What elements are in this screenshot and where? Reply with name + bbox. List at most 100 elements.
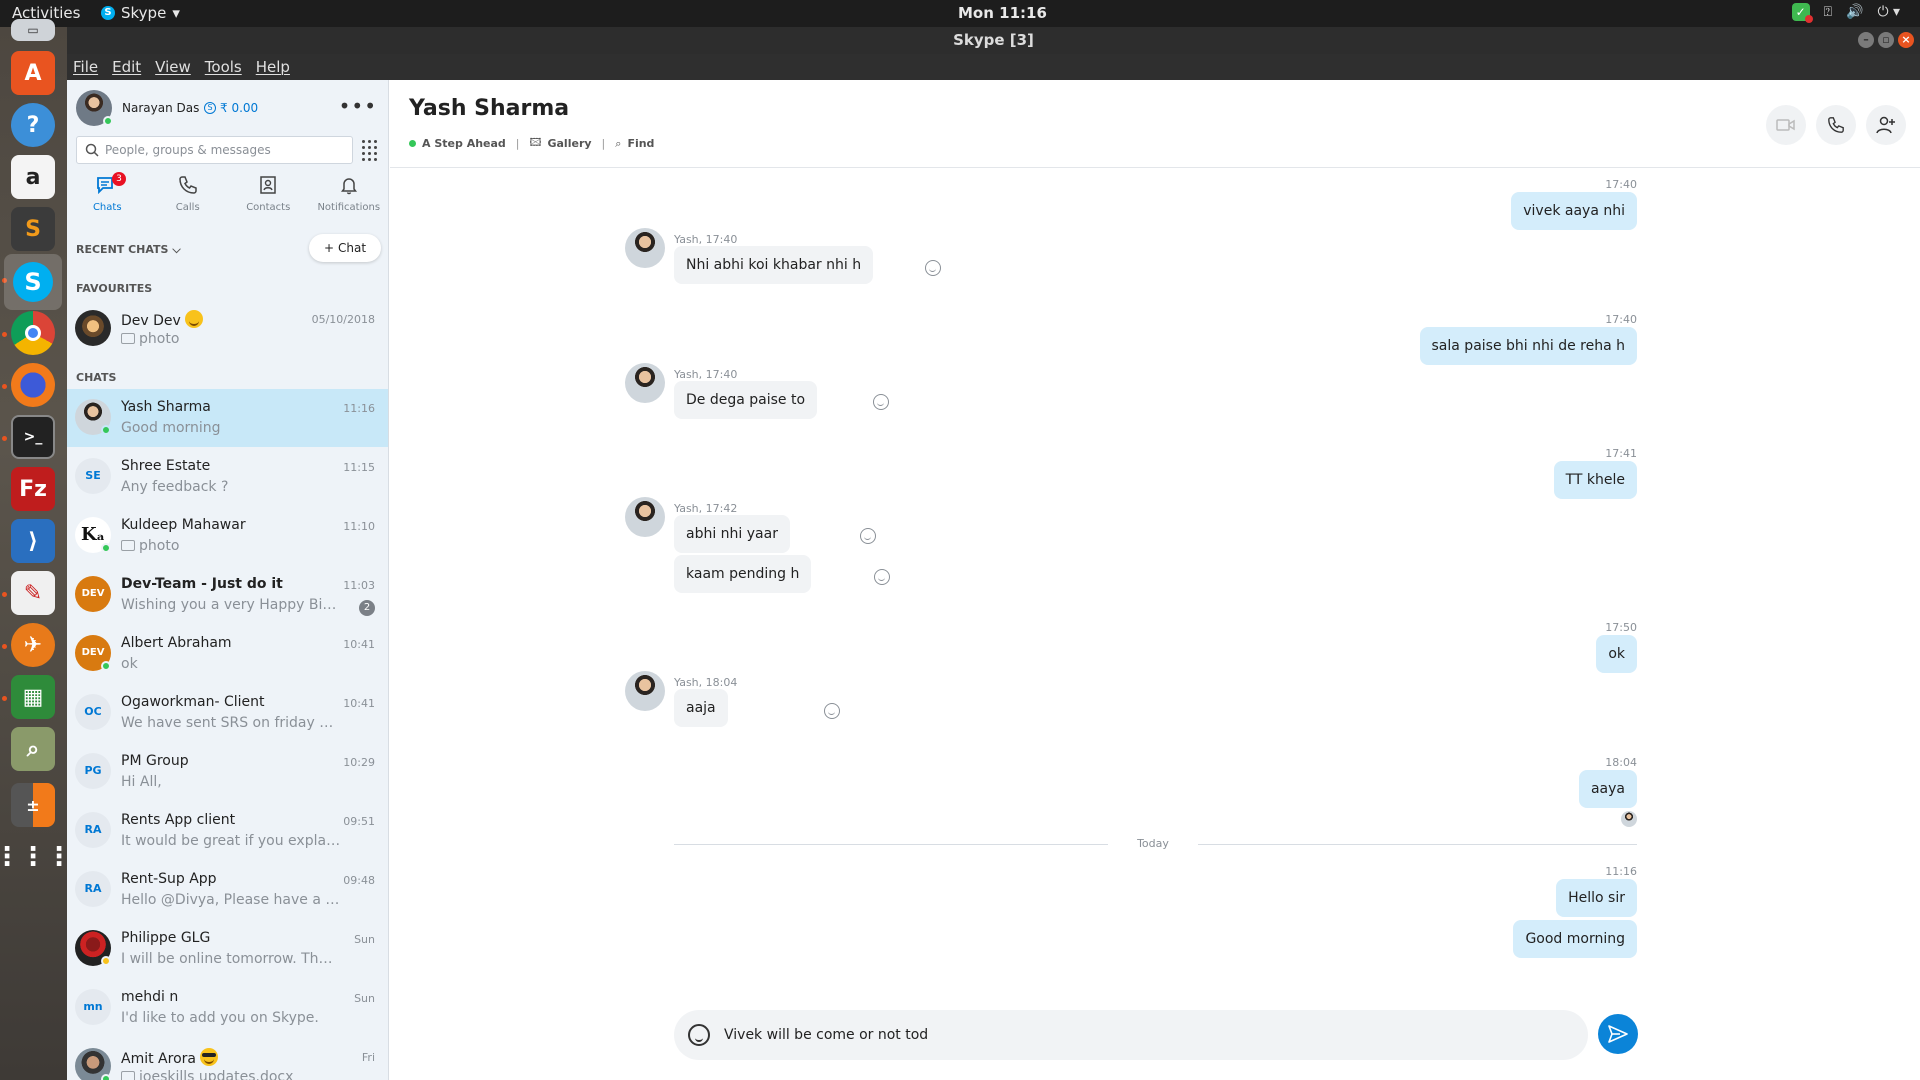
incoming-message[interactable]: De dega paise to [674, 381, 818, 419]
message-time: 11:16 [1605, 865, 1637, 878]
dialpad-icon[interactable] [355, 136, 383, 164]
image-viewer-icon[interactable]: ⌕ [11, 727, 55, 771]
software-center-icon[interactable]: A [11, 51, 55, 95]
more-options-icon[interactable]: ••• [339, 94, 377, 118]
outgoing-message[interactable]: Hello sir [1556, 879, 1637, 917]
spreadsheet-icon[interactable]: ▦ [11, 675, 55, 719]
chat-item-rents-app-client[interactable]: RA Rents App client It would be great if… [67, 802, 388, 860]
message-time: 18:04 [1605, 756, 1637, 769]
minimize-icon[interactable]: – [1858, 32, 1874, 48]
find-link[interactable]: Find [627, 137, 654, 150]
away-status-dot [101, 956, 111, 966]
incoming-message[interactable]: abhi nhi yaar [674, 515, 790, 553]
menu-view[interactable]: View [155, 58, 191, 76]
menu-edit[interactable]: Edit [112, 58, 141, 76]
chat-item-kuldeep-mahawar[interactable]: Kₐ Kuldeep Mahawar photo 11:10 [67, 507, 388, 565]
react-emoji-icon[interactable] [824, 703, 840, 719]
system-tray[interactable]: ✓ ⍰ 🔊 ⏻ ▾ [1791, 3, 1900, 23]
tab-notifications[interactable]: Notifications [309, 172, 389, 222]
chat-item-shree-estate[interactable]: SE Shree Estate Any feedback ? 11:15 [67, 448, 388, 506]
conversation-title[interactable]: Yash Sharma [409, 96, 569, 121]
emoji-picker-icon[interactable] [688, 1024, 710, 1046]
gallery-link[interactable]: Gallery [547, 137, 591, 150]
amazon-icon[interactable]: a [11, 155, 55, 199]
chrome-icon[interactable] [11, 311, 55, 355]
outgoing-message[interactable]: sala paise bhi nhi de reha h [1419, 327, 1637, 365]
tab-calls[interactable]: Calls [148, 172, 229, 222]
chat-name: Shree Estate [121, 458, 211, 474]
profile-name[interactable]: Narayan Das [122, 101, 199, 115]
menu-file[interactable]: File [73, 58, 98, 76]
show-apps-icon[interactable]: ⋮⋮⋮ [0, 835, 72, 879]
maximize-icon[interactable]: ▫ [1878, 32, 1894, 48]
app-menu-label: Skype [121, 4, 167, 22]
close-icon[interactable]: × [1898, 32, 1914, 48]
chat-name: Yash Sharma [121, 399, 211, 415]
firefox-icon[interactable] [11, 363, 55, 407]
app-menu[interactable]: S Skype ▾ [101, 4, 180, 22]
chat-item-yash-sharma[interactable]: Yash Sharma Good morning 11:16 [67, 389, 388, 447]
add-people-button[interactable] [1866, 105, 1906, 145]
update-status-icon[interactable]: ✓ [1791, 3, 1813, 23]
profile-header: Narayan Das S ₹ 0.00 ••• [76, 88, 381, 128]
chat-item-dev-dev[interactable]: Dev Dev photo 05/10/2018 [67, 300, 388, 358]
chat-item-rent-sup-app[interactable]: RA Rent-Sup App Hello @Divya, Please hav… [67, 861, 388, 919]
outgoing-message[interactable]: vivek aaya nhi [1511, 192, 1637, 230]
skype-dock-icon[interactable]: S [4, 254, 62, 310]
audio-call-button[interactable] [1816, 105, 1856, 145]
tab-chats[interactable]: 3 Chats [67, 172, 148, 222]
outgoing-message[interactable]: Good morning [1513, 920, 1637, 958]
search-box[interactable] [76, 136, 353, 164]
incoming-message[interactable]: Nhi abhi koi khabar nhi h [674, 246, 874, 284]
search-input[interactable] [105, 143, 335, 157]
video-call-button[interactable] [1766, 105, 1806, 145]
chat-item-albert-abraham[interactable]: DEV Albert Abraham ok 10:41 [67, 625, 388, 683]
filezilla-icon[interactable]: Fz [11, 467, 55, 511]
online-status-dot [101, 661, 111, 671]
network-icon[interactable]: ⍰ [1824, 4, 1832, 20]
calculator-icon[interactable]: ± [11, 783, 55, 827]
contact-avatar[interactable] [625, 228, 665, 268]
contact-avatar[interactable] [625, 497, 665, 537]
power-icon[interactable]: ⏻ ▾ [1877, 4, 1900, 20]
help-icon[interactable]: ? [11, 103, 55, 147]
contact-avatar[interactable] [625, 671, 665, 711]
chat-item-philippe-glg[interactable]: Philippe GLG I will be online tomorrow. … [67, 920, 388, 978]
menu-tools[interactable]: Tools [205, 58, 242, 76]
outgoing-message[interactable]: TT khele [1553, 461, 1637, 499]
react-emoji-icon[interactable] [925, 260, 941, 276]
files-icon[interactable]: ▭ [11, 19, 55, 41]
chat-item-dev-team[interactable]: DEV Dev-Team - Just do it Wishing you a … [67, 566, 388, 624]
incoming-message[interactable]: aaja [674, 689, 728, 727]
contact-avatar[interactable] [625, 363, 665, 403]
chat-time: Sun [354, 992, 375, 1005]
message-list[interactable]: 17:40 vivek aaya nhi Yash, 17:40 Nhi abh… [390, 168, 1920, 988]
outgoing-message[interactable]: ok [1596, 635, 1637, 673]
online-status-dot [101, 543, 111, 553]
volume-icon[interactable]: 🔊 [1846, 4, 1863, 20]
chat-item-pm-group[interactable]: PG PM Group Hi All, 10:29 [67, 743, 388, 801]
sublime-text-icon[interactable]: S [11, 207, 55, 251]
chat-name: Rent-Sup App [121, 871, 217, 887]
mood-message: A Step Ahead [422, 137, 506, 150]
chat-item-ogaworkman-client[interactable]: OC Ogaworkman- Client We have sent SRS o… [67, 684, 388, 742]
message-input[interactable] [724, 1027, 1524, 1043]
menu-help[interactable]: Help [256, 58, 290, 76]
react-emoji-icon[interactable] [874, 569, 890, 585]
incoming-message[interactable]: kaam pending h [674, 555, 812, 593]
new-chat-button[interactable]: + Chat [309, 234, 381, 262]
react-emoji-icon[interactable] [860, 528, 876, 544]
outgoing-message[interactable]: aaya [1578, 770, 1637, 808]
chat-item-amit-arora[interactable]: Amit Arora joeskills updates.docx Fri [67, 1038, 388, 1080]
terminal-icon[interactable]: >_ [11, 415, 55, 459]
skype-credit[interactable]: S ₹ 0.00 [204, 101, 258, 115]
chat-item-mehdi-n[interactable]: mn mehdi n I'd like to add you on Skype.… [67, 979, 388, 1037]
send-button[interactable] [1598, 1014, 1638, 1054]
postman-icon[interactable]: ✈ [11, 623, 55, 667]
vscode-icon[interactable]: ⟩ [11, 519, 55, 563]
recent-chats-dropdown[interactable]: RECENT CHATS ⌵ [76, 243, 181, 257]
clock[interactable]: Mon 11:16 [958, 4, 1047, 22]
tab-contacts[interactable]: Contacts [228, 172, 309, 222]
text-editor-icon[interactable]: ✎ [11, 571, 55, 615]
react-emoji-icon[interactable] [873, 394, 889, 410]
